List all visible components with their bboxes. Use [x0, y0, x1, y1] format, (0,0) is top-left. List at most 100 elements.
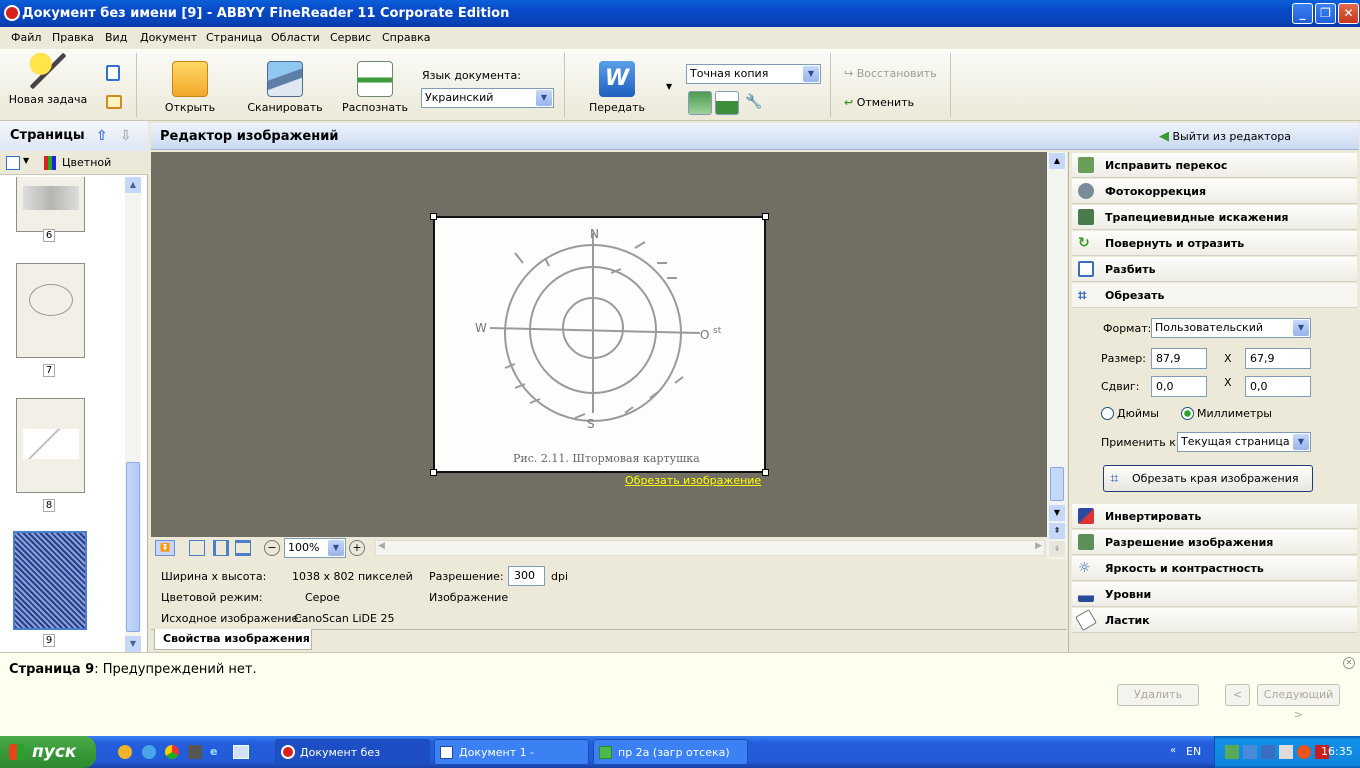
tray-network-icon[interactable] — [1225, 745, 1239, 759]
tool-levels[interactable]: Уровни — [1072, 582, 1357, 607]
crop-image-link[interactable]: Обрезать изображение — [625, 474, 761, 487]
next-button[interactable]: Следующий > — [1257, 684, 1340, 721]
scroll-up-icon[interactable]: ▲ — [125, 177, 141, 193]
scan-button[interactable]: Сканировать — [246, 61, 324, 114]
task-finereader[interactable]: Документ без имени... — [275, 739, 430, 765]
crop-handle-tl[interactable] — [430, 213, 437, 220]
page-up-icon[interactable]: ⇞ — [1049, 523, 1065, 539]
fit-width-icon[interactable] — [213, 540, 229, 556]
format-select[interactable]: Пользовательский ▼ — [1151, 318, 1311, 338]
inches-radio[interactable] — [1101, 407, 1114, 420]
quicklaunch-browser-icon[interactable] — [142, 745, 156, 759]
view-mode-dropdown-icon[interactable]: ▼ — [23, 156, 29, 165]
close-button[interactable]: ✕ — [1338, 3, 1359, 24]
canvas-vscrollbar[interactable]: ▲ ▼ ⇞ ⇟ — [1047, 152, 1067, 559]
page-thumbnail-7[interactable] — [16, 263, 85, 358]
previous-button[interactable]: < — [1225, 684, 1250, 706]
tray-volume-icon[interactable] — [1279, 745, 1293, 759]
menu-page[interactable]: Страница — [206, 27, 262, 49]
undo-action[interactable]: ↩ Отменить — [844, 96, 914, 109]
tool-eraser[interactable]: Ластик — [1072, 608, 1357, 633]
fit-page-icon[interactable] — [189, 540, 205, 556]
tool-invert[interactable]: Инвертировать — [1072, 504, 1357, 529]
tool-resolution[interactable]: Разрешение изображения — [1072, 530, 1357, 555]
page-down-icon[interactable]: ⇟ — [1049, 541, 1065, 557]
tool-photo[interactable]: Фотокоррекция — [1072, 179, 1357, 204]
page-thumbnail-6[interactable] — [16, 177, 85, 232]
send-button[interactable]: W Передать — [584, 61, 650, 114]
tool-crop[interactable]: ⌗ Обрезать — [1072, 283, 1357, 308]
menu-service[interactable]: Сервис — [330, 27, 371, 49]
collapse-icon[interactable]: ⏬ — [155, 540, 175, 556]
task-other[interactable]: пр 2а (загр отсека) — [593, 739, 748, 765]
crop-width-input[interactable]: 87,9 — [1151, 348, 1207, 369]
scroll-left-icon[interactable]: ◀ — [378, 541, 385, 551]
picture-mode-icon[interactable] — [688, 91, 712, 115]
restore-button[interactable]: ❐ — [1315, 3, 1336, 24]
tray-safely-remove-icon[interactable] — [1243, 745, 1257, 759]
language-indicator[interactable]: EN — [1186, 745, 1201, 758]
resolution-input[interactable]: 300 — [508, 566, 545, 586]
menu-file[interactable]: Файл — [11, 27, 41, 49]
canvas-scroll-thumb[interactable] — [1050, 467, 1064, 501]
delete-button[interactable]: Удалить — [1117, 684, 1199, 706]
menu-help[interactable]: Справка — [382, 27, 430, 49]
quicklaunch-app-icon[interactable] — [118, 745, 132, 759]
tool-brightness[interactable]: ☼ Яркость и контрастность — [1072, 556, 1357, 581]
crop-handle-bl[interactable] — [430, 469, 437, 476]
offset-y-input[interactable]: 0,0 — [1245, 376, 1311, 397]
crop-edges-button[interactable]: ⌗ Обрезать края изображения — [1103, 465, 1313, 492]
format-select[interactable]: Точная копия ▼ — [686, 64, 821, 84]
new-task-button[interactable]: Новая задача — [6, 53, 90, 106]
open-folder-small-icon[interactable] — [106, 95, 122, 109]
ie-icon[interactable]: e — [210, 745, 224, 759]
view-mode-icon[interactable] — [6, 156, 20, 170]
page-thumbnail-8[interactable] — [16, 398, 85, 493]
page-thumbnail-9-selected[interactable] — [13, 531, 87, 630]
canvas-hscrollbar[interactable]: ◀ ▶ — [375, 540, 1045, 556]
show-desktop-icon[interactable] — [233, 745, 249, 759]
tab-image-properties[interactable]: Свойства изображения — [154, 629, 312, 650]
scroll-thumb[interactable] — [126, 462, 140, 632]
crop-handle-br[interactable] — [762, 469, 769, 476]
doc-lang-select[interactable]: Украинский ▼ — [421, 88, 554, 108]
close-warnings-icon[interactable]: ✕ — [1343, 657, 1355, 669]
scroll-down-icon[interactable]: ▼ — [1049, 505, 1065, 521]
tool-trapezoid[interactable]: Трапециевидные искажения — [1072, 205, 1357, 230]
open-button[interactable]: Открыть — [158, 61, 222, 114]
wrench-icon[interactable]: 🔧 — [745, 94, 762, 110]
menu-view[interactable]: Вид — [105, 27, 127, 49]
minimize-button[interactable]: _ — [1292, 3, 1313, 24]
send-dropdown-icon[interactable]: ▼ — [666, 82, 672, 91]
page-image[interactable]: N S W O st Рис. 2.11. Штормовая картушка — [433, 216, 766, 473]
tool-rotate[interactable]: ↻ Повернуть и отразить — [1072, 231, 1357, 256]
media-icon[interactable] — [188, 745, 202, 759]
fit-height-icon[interactable] — [235, 540, 251, 556]
tray-app-icon[interactable] — [1297, 745, 1311, 759]
task-word[interactable]: Документ 1 - Microso... — [434, 739, 589, 765]
tray-display-icon[interactable] — [1261, 745, 1275, 759]
tool-deskew[interactable]: Исправить перекос — [1072, 153, 1357, 178]
restore-action[interactable]: ↪ Восстановить — [844, 67, 937, 80]
zoom-in-icon[interactable]: + — [349, 540, 365, 556]
scroll-right-icon[interactable]: ▶ — [1035, 541, 1042, 551]
menu-document[interactable]: Документ — [140, 27, 197, 49]
scroll-up-icon[interactable]: ▲ — [1049, 153, 1065, 169]
mm-radio[interactable] — [1181, 407, 1194, 420]
menu-areas[interactable]: Области — [271, 27, 320, 49]
zoom-out-icon[interactable]: − — [264, 540, 280, 556]
crop-height-input[interactable]: 67,9 — [1245, 348, 1311, 369]
tray-expand-icon[interactable]: « — [1170, 745, 1176, 756]
move-down-icon[interactable]: ⇩ — [120, 128, 136, 144]
menu-edit[interactable]: Правка — [52, 27, 94, 49]
color-mode-label[interactable]: Цветной — [62, 156, 111, 169]
offset-x-input[interactable]: 0,0 — [1151, 376, 1207, 397]
scroll-down-icon[interactable]: ▼ — [125, 636, 141, 652]
apply-select[interactable]: Текущая страница ▼ — [1177, 432, 1311, 452]
chrome-icon[interactable] — [165, 745, 179, 759]
recognize-button[interactable]: Распознать — [340, 61, 410, 114]
zoom-select[interactable]: 100% ▼ — [284, 538, 346, 558]
move-up-icon[interactable]: ⇧ — [96, 128, 112, 144]
tool-split[interactable]: Разбить — [1072, 257, 1357, 282]
pages-scrollbar[interactable]: ▲ ▼ — [125, 177, 141, 652]
